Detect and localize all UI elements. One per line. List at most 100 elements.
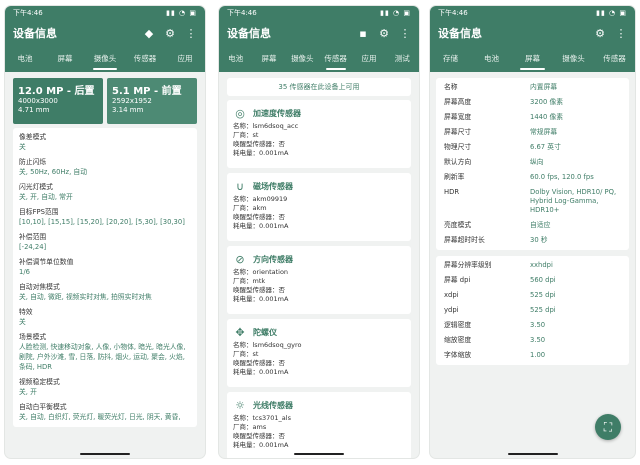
sensor-power: 耗电量：0.001mA: [233, 222, 289, 230]
info-key: 亮度模式: [444, 221, 472, 229]
gesture-bar[interactable]: [507, 453, 558, 455]
list-item: 自动白平衡模式 关, 自动, 白织灯, 荧光灯, 暖荧光灯, 日光, 阴天, 黄昏…: [13, 400, 197, 425]
app-title: 设备信息: [227, 27, 271, 40]
magnet-icon: ∪: [235, 179, 245, 193]
title-row: 设备信息 ◆ ⚙ ⋮: [5, 20, 205, 46]
tab-screen[interactable]: 屏幕: [512, 46, 553, 72]
more-icon[interactable]: ⋮: [185, 27, 197, 40]
camera-resolution: 4000x3000: [18, 97, 58, 105]
sensor-wakeup: 唤醒型传感器：否: [233, 432, 285, 440]
info-key: ydpi: [444, 306, 459, 314]
fullscreen-button[interactable]: ⛶: [595, 414, 621, 440]
list-item: 自动对焦模式 关, 自动, 微距, 视频实时对焦, 拍照实时对焦: [13, 280, 197, 305]
gyroscope-icon: ✥: [235, 325, 245, 339]
title-row: 设备信息 ▪ ⚙ ⋮: [219, 20, 419, 46]
sensor-card[interactable]: ☼ 光线传感器 名称：tcs3701_als 厂商：ams 唤醒型传感器：否 耗电…: [227, 392, 411, 458]
info-value: Dolby Vision, HDR10/ PQ, Hybrid Log-Gamm…: [530, 188, 617, 214]
light-sensor-icon: ☼: [235, 398, 245, 412]
status-icons: ▮▮ ◔ ▣: [380, 9, 411, 17]
info-value: 6.67 英寸: [530, 143, 561, 151]
table-row: 屏幕 dpi 560 dpi: [436, 273, 629, 288]
more-icon[interactable]: ⋮: [399, 27, 411, 40]
tab-screen[interactable]: 屏幕: [252, 46, 285, 72]
screenshot-icon[interactable]: ◆: [143, 27, 155, 40]
tab-sensors[interactable]: 传感器: [594, 46, 635, 72]
prop-label: 目标FPS范围: [19, 208, 59, 216]
sensor-vendor: 厂商：st: [233, 131, 259, 139]
info-value: 3.50: [530, 321, 546, 329]
info-value: 560 dpi: [530, 276, 556, 284]
tab-bar: 电池 屏幕 摄像头 传感器 应用 测试: [219, 46, 419, 72]
sensor-model: 名称：akm09919: [233, 195, 288, 203]
prop-value: [10,10], [15,15], [15,20], [20,20], [5,3…: [19, 218, 185, 226]
more-icon[interactable]: ⋮: [615, 27, 627, 40]
tab-storage[interactable]: 存储: [430, 46, 471, 72]
tab-sensors[interactable]: 传感器: [319, 46, 352, 72]
sensor-model: 名称：lsm6dsoq_gyro: [233, 341, 302, 349]
sensor-model: 名称：lsm6dsoq_acc: [233, 122, 299, 130]
sensor-card[interactable]: ∪ 磁场传感器 名称：akm09919 厂商：akm 唤醒型传感器：否 耗电量：0…: [227, 173, 411, 241]
sensor-card[interactable]: ◎ 加速度传感器 名称：lsm6dsoq_acc 厂商：st 唤醒型传感器：否 耗…: [227, 100, 411, 168]
tab-battery[interactable]: 电池: [5, 46, 45, 72]
camera-card-front[interactable]: 5.1 MP - 前置 2592x1952 3.14 mm: [107, 78, 197, 124]
sensor-header: ⊘ 方向传感器: [233, 250, 405, 268]
info-key: 名称: [444, 83, 458, 91]
phone-screen-camera: 下午4:46 ▮▮ ◔ ▣ 设备信息 ◆ ⚙ ⋮ 电池 屏幕 摄像头 传感器 应…: [5, 6, 205, 458]
prop-value: [-24,24]: [19, 243, 47, 251]
sensor-name: 方向传感器: [253, 254, 293, 264]
sensor-model: 名称：orientation: [233, 268, 289, 276]
status-time: 下午4:46: [438, 9, 468, 17]
prop-value: 关, 自动, 微距, 视频实时对焦, 拍照实时对焦: [19, 293, 152, 301]
sensor-vendor: 厂商：st: [233, 350, 259, 358]
gear-icon[interactable]: ⚙: [378, 27, 390, 40]
trash-icon[interactable]: ▪: [357, 27, 369, 40]
app-title: 设备信息: [13, 27, 57, 40]
info-key: 屏幕宽度: [444, 113, 472, 121]
sensor-header: ∪ 磁场传感器: [233, 177, 405, 195]
tab-camera[interactable]: 摄像头: [286, 46, 319, 72]
info-value: 525 dpi: [530, 306, 556, 314]
status-time: 下午4:46: [227, 9, 257, 17]
gesture-bar[interactable]: [80, 453, 130, 455]
sensor-wakeup: 唤醒型传感器：否: [233, 359, 285, 367]
info-value: 30 秒: [530, 236, 548, 244]
sensor-power: 耗电量：0.001mA: [233, 368, 289, 376]
camera-focal: 4.71 mm: [18, 106, 50, 114]
prop-value: 关, 自动, 白织灯, 荧光灯, 暖荧光灯, 日光, 阴天, 黄昏,: [19, 413, 181, 421]
gear-icon[interactable]: ⚙: [164, 27, 176, 40]
tab-battery[interactable]: 电池: [471, 46, 512, 72]
table-row: ydpi 525 dpi: [436, 303, 629, 318]
tab-camera[interactable]: 摄像头: [553, 46, 594, 72]
tab-test[interactable]: 测试: [386, 46, 419, 72]
camera-title: 5.1 MP - 前置: [112, 86, 182, 97]
info-value: 3200 像素: [530, 98, 564, 106]
status-bar: 下午4:46 ▮▮ ◔ ▣: [219, 6, 419, 20]
gesture-bar[interactable]: [294, 453, 344, 455]
info-value: 60.0 fps, 120.0 fps: [530, 173, 594, 181]
tab-apps[interactable]: 应用: [352, 46, 385, 72]
info-value: 525 dpi: [530, 291, 556, 299]
gear-icon[interactable]: ⚙: [594, 27, 606, 40]
list-item: 像差模式关: [13, 130, 197, 155]
table-row: 屏幕高度 3200 像素: [436, 95, 629, 110]
prop-value: 人脸检测, 快速移动对象, 人像, 小物体, 暗光, 暗光人像, 剧院, 户外沙…: [19, 343, 186, 371]
tab-screen[interactable]: 屏幕: [45, 46, 85, 72]
list-item: 闪光灯模式 关, 开, 自动, 常开: [13, 180, 197, 205]
camera-card-rear[interactable]: 12.0 MP - 后置 4000x3000 4.71 mm: [13, 78, 103, 124]
sensor-header: ✥ 陀螺仪: [233, 323, 405, 341]
sensor-card[interactable]: ⊘ 方向传感器 名称：orientation 厂商：mtk 唤醒型传感器：否 耗电…: [227, 246, 411, 314]
tab-sensors[interactable]: 传感器: [125, 46, 165, 72]
table-row: 屏幕超时时长 30 秒: [436, 233, 629, 248]
tab-battery[interactable]: 电池: [219, 46, 252, 72]
prop-value: 关, 50Hz, 60Hz, 自动: [19, 168, 88, 176]
info-value: xxhdpi: [530, 261, 553, 269]
sensor-card[interactable]: ✥ 陀螺仪 名称：lsm6dsoq_gyro 厂商：st 唤醒型传感器：否 耗电量…: [227, 319, 411, 387]
camera-selector: 12.0 MP - 后置 4000x3000 4.71 mm 5.1 MP - …: [5, 72, 205, 128]
info-value: 纵向: [530, 158, 544, 166]
list-item: 视频稳定模式 关, 开: [13, 375, 197, 400]
table-row: 逻辑密度 3.50: [436, 318, 629, 333]
tab-apps[interactable]: 应用: [165, 46, 205, 72]
status-bar: 下午4:46 ▮▮ ◔ ▣: [430, 6, 635, 20]
tab-camera[interactable]: 摄像头: [85, 46, 125, 72]
prop-value: 关, 开: [19, 388, 37, 396]
